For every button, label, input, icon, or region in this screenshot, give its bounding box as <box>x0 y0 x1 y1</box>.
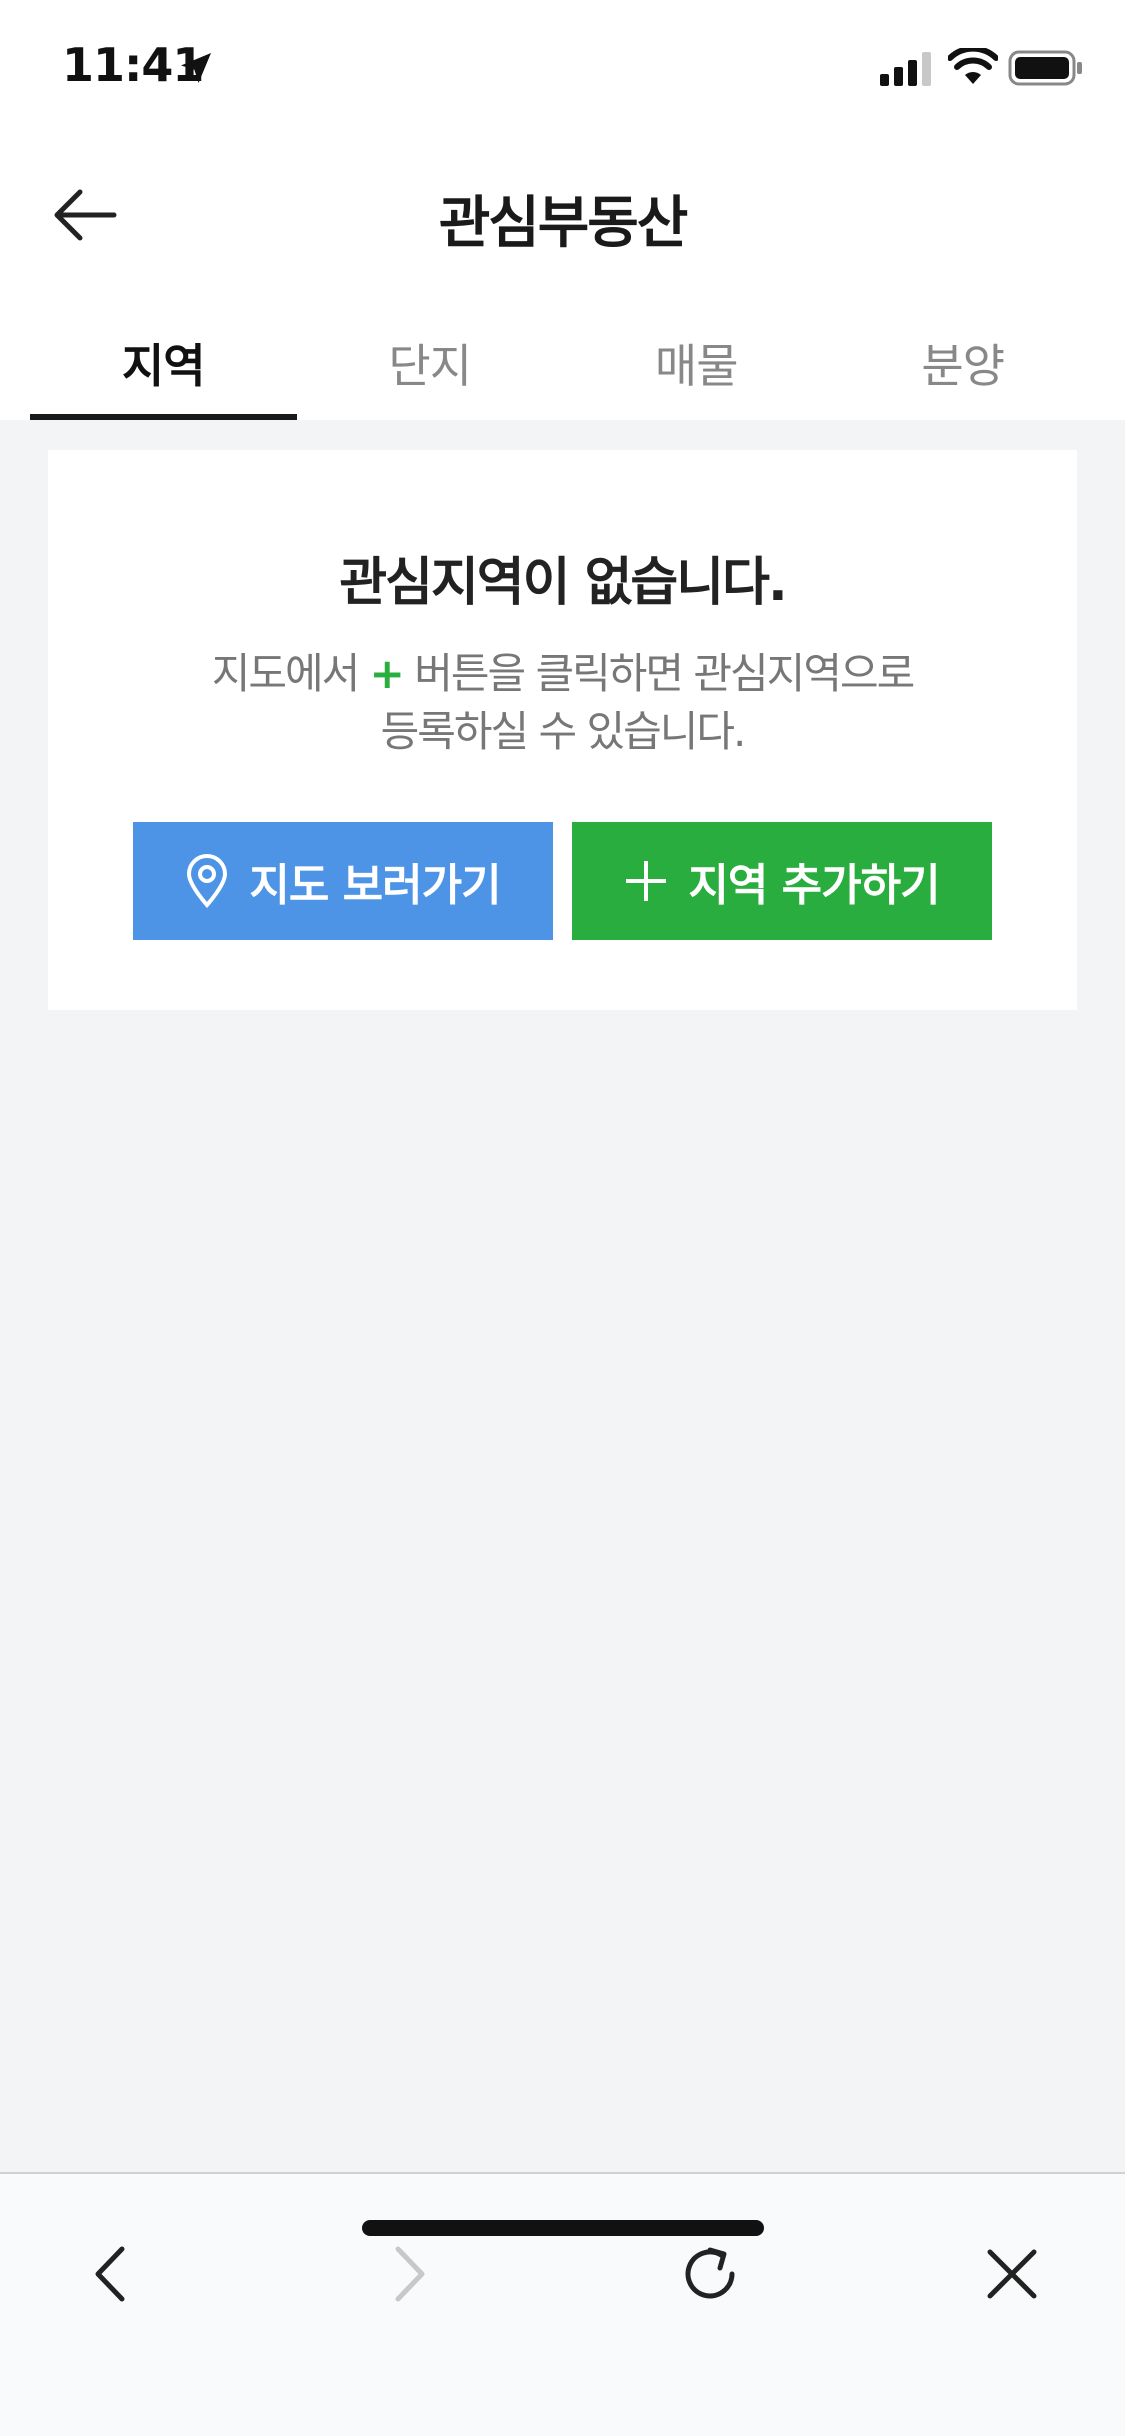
add-region-button[interactable]: 지역 추가하기 <box>572 822 992 940</box>
browser-close-button[interactable] <box>962 2224 1062 2324</box>
tab-bar: 지역 단지 매물 분양 <box>30 290 1096 420</box>
battery-icon <box>1008 50 1082 86</box>
browser-toolbar <box>0 2172 1125 2436</box>
plus-mark-icon: + <box>369 649 405 698</box>
tab-listing[interactable]: 매물 <box>563 290 830 420</box>
empty-state-desc-line2: 등록하실 수 있습니다. <box>380 707 747 756</box>
reload-icon <box>685 2247 735 2299</box>
empty-state-title: 관심지역이 없습니다. <box>339 553 787 613</box>
chevron-left-icon <box>95 2246 125 2302</box>
plus-icon <box>626 861 667 901</box>
empty-state-desc-line1: 지도에서 + 버튼을 클릭하면 관심지역으로 <box>48 645 1077 703</box>
close-icon <box>987 2249 1037 2299</box>
signal-icon <box>880 52 931 86</box>
desc-text-before: 지도에서 <box>211 649 370 698</box>
wifi-icon <box>948 48 998 84</box>
page-title: 관심부동산 <box>438 191 689 256</box>
add-region-button-label: 지역 추가하기 <box>688 860 940 911</box>
desc-text-after: 버튼을 클릭하면 관심지역으로 <box>402 649 915 698</box>
status-bar: 11:41 <box>0 0 1125 140</box>
location-arrow-icon <box>181 53 211 83</box>
tab-complex[interactable]: 단지 <box>297 290 564 420</box>
browser-forward-button[interactable] <box>360 2224 460 2324</box>
empty-state-card: 관심지역이 없습니다. 지도에서 + 버튼을 클릭하면 관심지역으로 등록하실 … <box>48 450 1077 1010</box>
browser-back-button[interactable] <box>60 2224 160 2324</box>
map-pin-icon <box>187 854 228 908</box>
tab-presale[interactable]: 분양 <box>830 290 1097 420</box>
view-map-button-label: 지도 보러가기 <box>249 860 501 911</box>
tab-region[interactable]: 지역 <box>30 290 297 420</box>
nav-header: 관심부동산 <box>0 140 1125 290</box>
chevron-right-icon <box>395 2246 425 2302</box>
home-indicator <box>362 2220 764 2236</box>
view-map-button[interactable]: 지도 보러가기 <box>133 822 553 940</box>
empty-state-description: 지도에서 + 버튼을 클릭하면 관심지역으로 등록하실 수 있습니다. <box>48 645 1077 761</box>
browser-reload-button[interactable] <box>660 2224 760 2324</box>
